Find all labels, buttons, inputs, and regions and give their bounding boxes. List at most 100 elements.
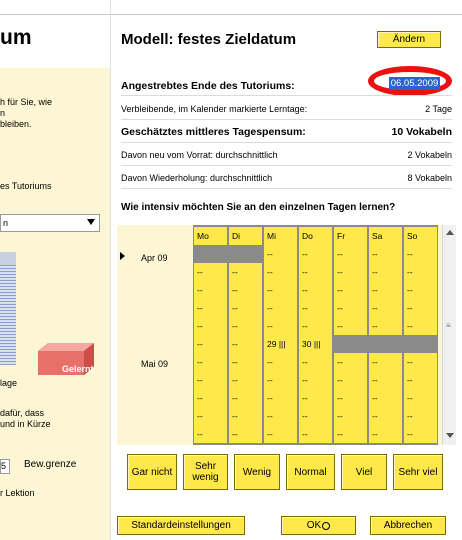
calendar-day-cell[interactable]: --: [194, 299, 227, 317]
vocab-stack-graphic: [0, 265, 16, 365]
calendar-day-cell[interactable]: --: [404, 407, 437, 425]
calendar-day-cell[interactable]: --: [299, 425, 332, 443]
calendar-day-cell[interactable]: --: [404, 317, 437, 335]
defaults-button[interactable]: Standardeinstellungen: [117, 516, 245, 535]
calendar-day-cell[interactable]: --: [299, 407, 332, 425]
calendar-day-cell[interactable]: --: [229, 407, 262, 425]
calendar-day-cell[interactable]: --: [194, 317, 227, 335]
bew-grenze-spinner[interactable]: 5: [0, 459, 10, 474]
calendar-day-cell[interactable]: --: [264, 425, 297, 443]
month-label: Apr 09: [141, 253, 168, 263]
calendar-day-cell[interactable]: --: [264, 389, 297, 407]
lektion-label: r Lektion: [0, 488, 35, 498]
chevron-down-icon[interactable]: [87, 219, 95, 225]
calendar-day-cell[interactable]: --: [264, 407, 297, 425]
calendar-day-cell[interactable]: --: [404, 281, 437, 299]
scroll-up-icon[interactable]: [446, 230, 454, 235]
calendar-day-cell[interactable]: --: [404, 389, 437, 407]
calendar-day-cell[interactable]: --: [369, 245, 402, 263]
calendar-day-cell[interactable]: --: [334, 263, 367, 281]
calendar-day-cell[interactable]: --: [369, 425, 402, 443]
calendar-day-cell[interactable]: --: [264, 245, 297, 263]
calendar-day-cell[interactable]: --: [369, 299, 402, 317]
calendar-day-cell[interactable]: --: [299, 245, 332, 263]
calendar-day-cell[interactable]: --: [299, 371, 332, 389]
target-end-date-field[interactable]: 06.05.2009: [389, 77, 440, 90]
calendar-day-cell[interactable]: --: [264, 353, 297, 371]
calendar-day-cell[interactable]: --: [369, 353, 402, 371]
weekday-header: Do: [299, 227, 332, 245]
calendar-day-cell[interactable]: --: [229, 353, 262, 371]
calendar-scrollbar[interactable]: ≡: [442, 225, 456, 445]
intensity-question: Wie intensiv möchten Sie an den einzelne…: [121, 202, 396, 213]
current-row-arrow-icon: [120, 252, 125, 260]
calendar-day-cell[interactable]: --: [194, 389, 227, 407]
calendar-day-cell[interactable]: --: [299, 317, 332, 335]
calendar-day-cell[interactable]: --: [229, 371, 262, 389]
ok-button[interactable]: OK: [281, 516, 356, 535]
scroll-grip-icon[interactable]: ≡: [446, 321, 451, 330]
calendar-day-cell[interactable]: --: [404, 353, 437, 371]
calendar-day-cell[interactable]: --: [229, 389, 262, 407]
calendar-day-cell[interactable]: --: [369, 389, 402, 407]
calendar-day-cell[interactable]: --: [404, 245, 437, 263]
calendar-day-cell[interactable]: --: [299, 299, 332, 317]
calendar-day-cell[interactable]: --: [194, 353, 227, 371]
calendar-day-cell[interactable]: --: [194, 407, 227, 425]
calendar-day-cell[interactable]: --: [264, 317, 297, 335]
calendar-day-cell[interactable]: --: [369, 317, 402, 335]
calendar-day-cell[interactable]: --: [194, 335, 227, 353]
calendar-day-cell[interactable]: --: [264, 263, 297, 281]
calendar-day-cell[interactable]: --: [229, 317, 262, 335]
calendar-day-cell[interactable]: --: [264, 281, 297, 299]
scroll-down-icon[interactable]: [446, 433, 454, 438]
calendar-day-cell[interactable]: --: [229, 281, 262, 299]
calendar-day-cell[interactable]: --: [299, 281, 332, 299]
intensity-low-button[interactable]: Wenig: [234, 454, 280, 490]
gelernt-label: Gelernt: [62, 364, 94, 374]
calendar-day-cell[interactable]: --: [334, 353, 367, 371]
calendar-day-cell[interactable]: --: [404, 371, 437, 389]
calendar-day-cell[interactable]: --: [334, 299, 367, 317]
intensity-very-low-button[interactable]: Sehr wenig: [183, 454, 228, 490]
calendar-day-cell[interactable]: --: [369, 407, 402, 425]
calendar-day-cell[interactable]: --: [369, 263, 402, 281]
calendar-day-cell[interactable]: --: [229, 263, 262, 281]
intensity-none-button[interactable]: Gar nicht: [127, 454, 177, 490]
intensity-very-high-button[interactable]: Sehr viel: [393, 454, 443, 490]
calendar-day-cell[interactable]: --: [229, 425, 262, 443]
calendar-day-cell[interactable]: --: [334, 281, 367, 299]
calendar-day-cell[interactable]: --: [404, 299, 437, 317]
calendar-day-cell[interactable]: --: [194, 281, 227, 299]
model-title: Modell: festes Zieldatum: [121, 31, 297, 48]
calendar-day-cell[interactable]: --: [369, 371, 402, 389]
repetition-label: Davon Wiederholung: durchschnittlich: [121, 173, 273, 183]
calendar-day-cell[interactable]: --: [299, 353, 332, 371]
calendar-day-cell[interactable]: --: [334, 371, 367, 389]
calendar-day-cell[interactable]: --: [264, 371, 297, 389]
calendar-day-cell[interactable]: --: [404, 425, 437, 443]
calendar-day-cell[interactable]: --: [299, 263, 332, 281]
cancel-button[interactable]: Abbrechen: [370, 516, 446, 535]
calendar-day-cell[interactable]: --: [229, 335, 262, 353]
calendar-day-cell[interactable]: --: [334, 389, 367, 407]
calendar-day-cell[interactable]: --: [334, 245, 367, 263]
left-text-line: bleiben.: [0, 119, 32, 129]
intensity-normal-button[interactable]: Normal: [286, 454, 335, 490]
calendar-day-cell[interactable]: --: [334, 317, 367, 335]
calendar-day-cell[interactable]: 29 |||: [264, 335, 297, 353]
mode-combobox[interactable]: n: [0, 214, 100, 232]
calendar-day-cell[interactable]: --: [264, 299, 297, 317]
calendar-day-cell[interactable]: --: [334, 407, 367, 425]
calendar-day-cell[interactable]: --: [194, 263, 227, 281]
calendar-day-cell[interactable]: --: [194, 425, 227, 443]
intensity-high-button[interactable]: Viel: [341, 454, 387, 490]
calendar-day-cell[interactable]: --: [299, 389, 332, 407]
change-button[interactable]: Ändern: [377, 31, 441, 48]
calendar-day-cell[interactable]: --: [334, 425, 367, 443]
calendar-day-cell[interactable]: --: [194, 371, 227, 389]
calendar-day-cell[interactable]: 30 |||: [299, 335, 332, 353]
calendar-day-cell[interactable]: --: [369, 281, 402, 299]
calendar-day-cell[interactable]: --: [404, 263, 437, 281]
calendar-day-cell[interactable]: --: [229, 299, 262, 317]
